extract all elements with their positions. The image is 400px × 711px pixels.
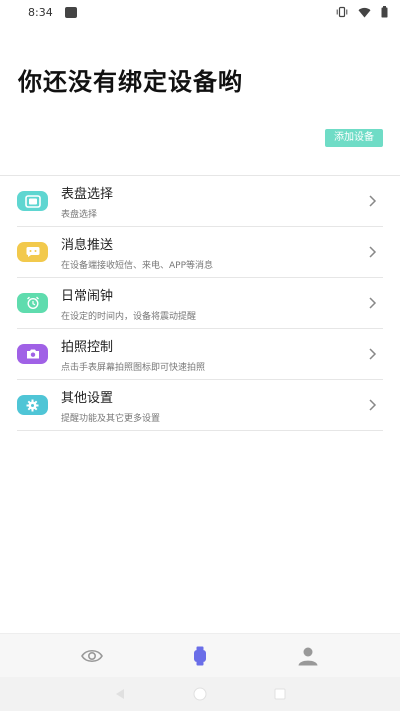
- vibrate-icon: [336, 6, 348, 18]
- wifi-icon: [358, 7, 371, 18]
- menu-item-subtitle: 表盘选择: [61, 209, 98, 220]
- menu-item-daily-alarm[interactable]: 日常闹钟 在设定的时间内，设备将震动提醒: [17, 278, 383, 329]
- message-icon: [17, 242, 48, 262]
- menu-item-title: 拍照控制: [61, 339, 114, 355]
- settings-gear-icon: [17, 395, 48, 415]
- chevron-right-icon: [369, 195, 377, 207]
- menu-item-subtitle: 点击手表屏幕拍照图标即可快速拍照: [61, 362, 206, 373]
- menu-item-subtitle: 提醒功能及其它更多设置: [61, 413, 161, 424]
- back-icon[interactable]: [114, 688, 126, 700]
- menu-item-watch-face[interactable]: 表盘选择 表盘选择: [17, 176, 383, 227]
- watch-face-icon: [17, 191, 48, 211]
- chevron-right-icon: [369, 297, 377, 309]
- status-time: 8:34: [28, 5, 53, 19]
- menu-item-message-push[interactable]: 消息推送 在设备端接收短信、来电、APP等消息: [17, 227, 383, 278]
- chevron-right-icon: [369, 348, 377, 360]
- nav-tab-discover[interactable]: [62, 634, 122, 678]
- page-title: 你还没有绑定设备哟: [18, 68, 243, 96]
- status-bar: 8:34: [0, 0, 400, 24]
- chevron-right-icon: [369, 399, 377, 411]
- app-notification-icon: [64, 6, 77, 18]
- feature-menu-list: 表盘选择 表盘选择 消息推送 在设备端接收短信、来电、APP等消息 日常闹钟 在…: [17, 176, 383, 431]
- alarm-clock-icon: [17, 293, 48, 313]
- nav-tab-profile[interactable]: [278, 634, 338, 678]
- menu-item-subtitle: 在设备端接收短信、来电、APP等消息: [61, 260, 214, 271]
- watch-icon: [194, 646, 206, 665]
- recents-icon[interactable]: [274, 688, 286, 700]
- chevron-right-icon: [369, 246, 377, 258]
- eye-icon: [81, 649, 103, 662]
- nav-tab-device[interactable]: [170, 634, 230, 678]
- menu-item-subtitle: 在设定的时间内，设备将震动提醒: [61, 311, 197, 322]
- camera-icon: [17, 344, 48, 364]
- menu-item-title: 表盘选择: [61, 186, 114, 202]
- home-icon[interactable]: [193, 687, 207, 701]
- menu-item-title: 其他设置: [61, 390, 114, 406]
- add-device-button[interactable]: 添加设备: [325, 129, 383, 147]
- bottom-nav: [0, 633, 400, 677]
- menu-item-other-settings[interactable]: 其他设置 提醒功能及其它更多设置: [17, 380, 383, 431]
- menu-item-title: 日常闹钟: [61, 288, 114, 304]
- battery-icon: [381, 6, 388, 18]
- menu-item-camera-control[interactable]: 拍照控制 点击手表屏幕拍照图标即可快速拍照: [17, 329, 383, 380]
- system-nav-bar: [0, 677, 400, 711]
- profile-icon: [298, 647, 318, 665]
- menu-item-title: 消息推送: [61, 237, 114, 253]
